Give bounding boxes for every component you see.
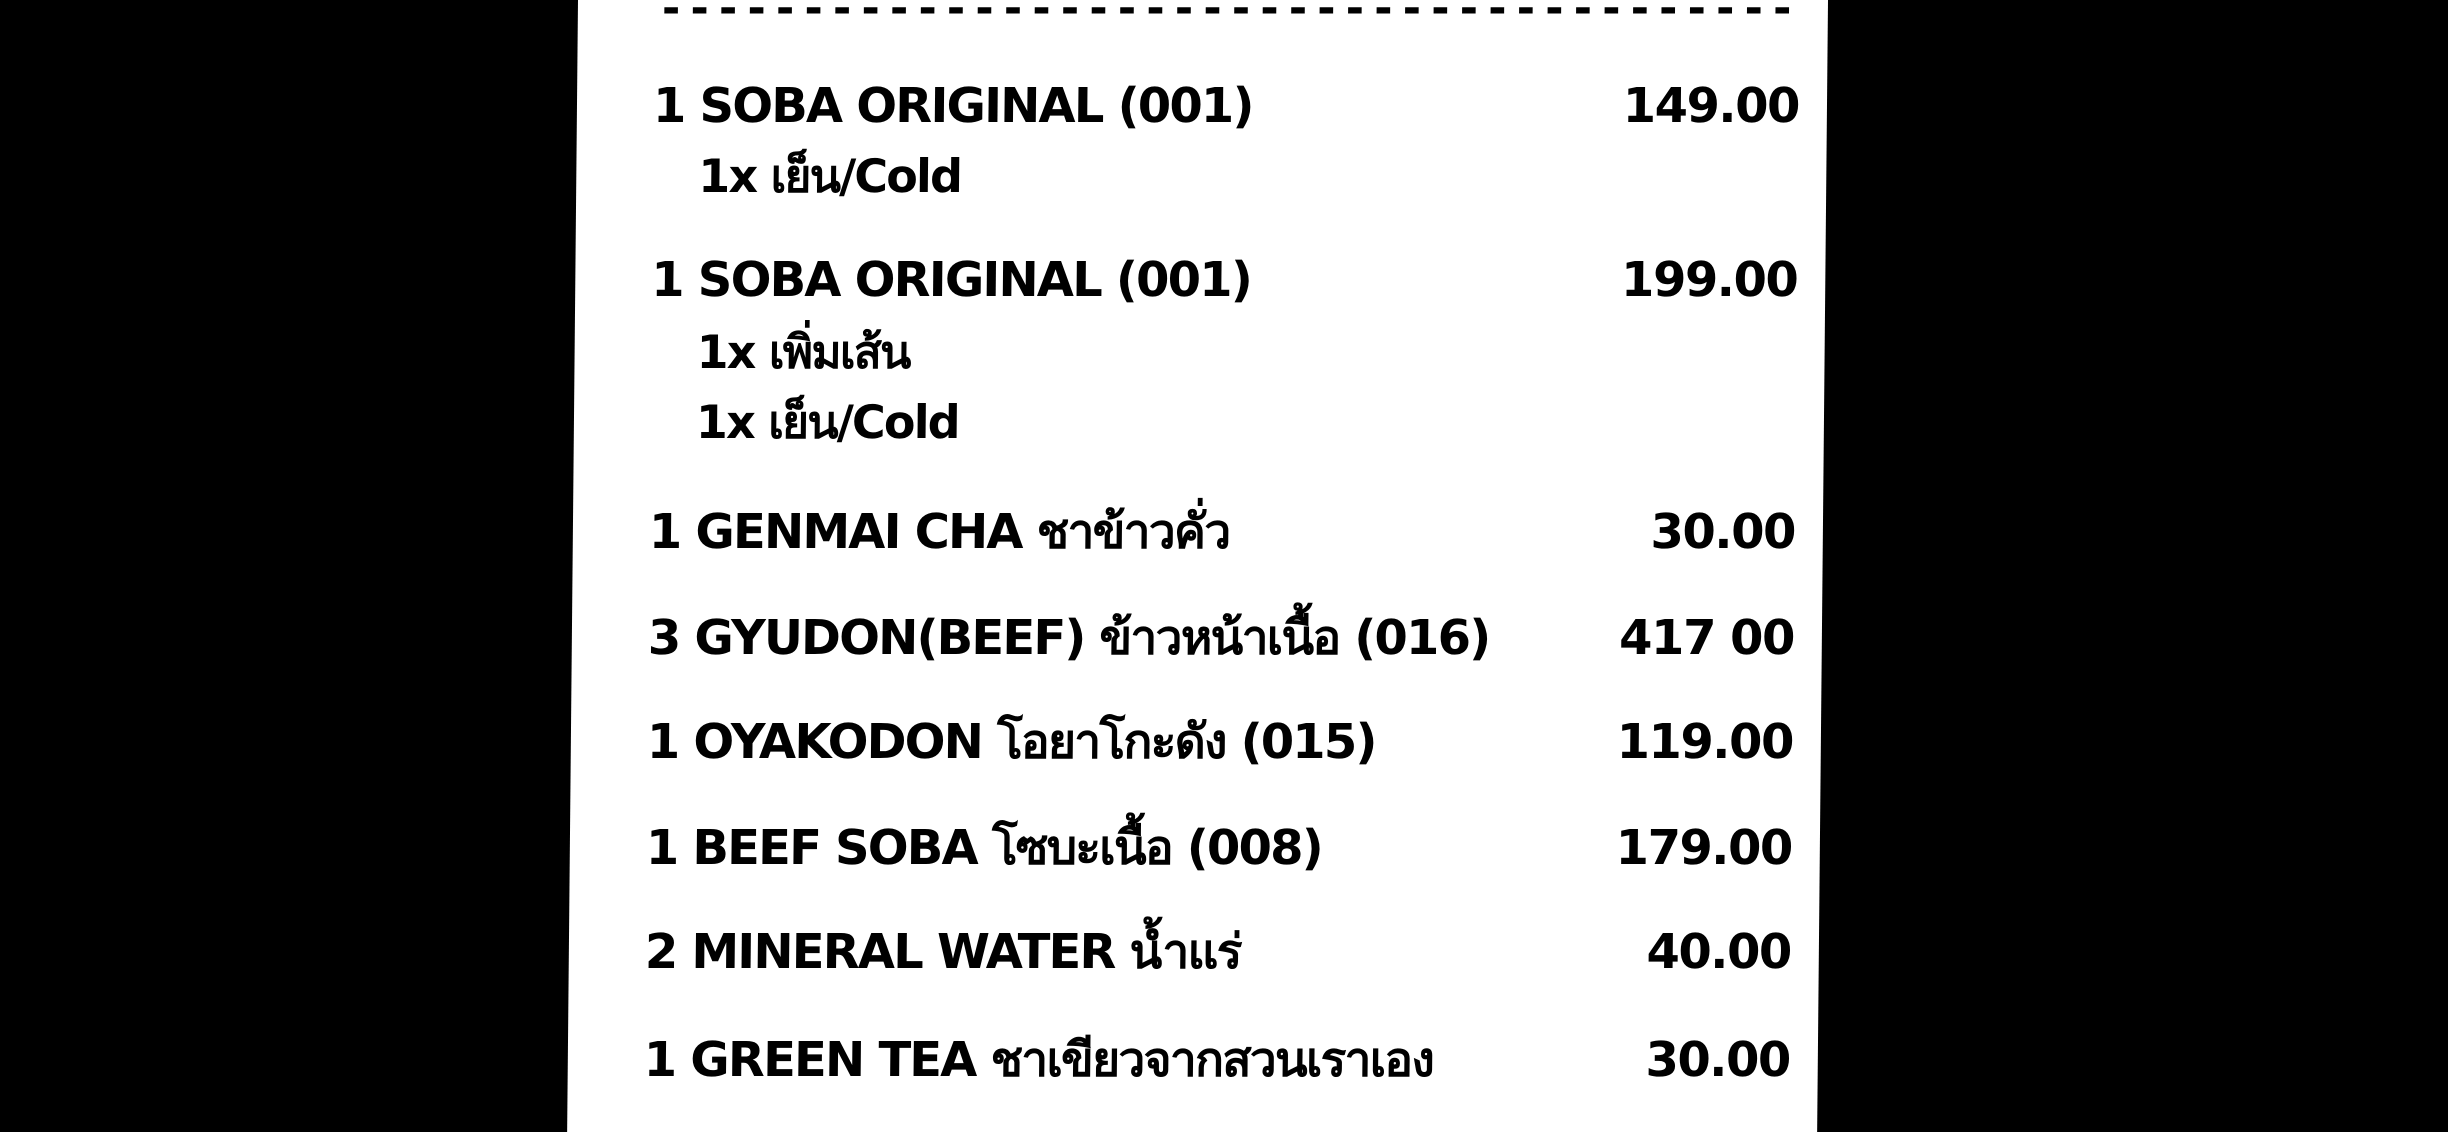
- item-description: 3 GYUDON(BEEF) ข้าวหน้าเนื้อ (016): [647, 610, 1490, 666]
- item-description: 2 MINERAL WATER น้ำแร่: [644, 924, 1241, 980]
- item-price: 40.00: [1646, 924, 1792, 980]
- receipt-item: 1 SOBA ORIGINAL (001) 149.00: [577, 76, 1828, 136]
- item-price: 417 00: [1618, 610, 1795, 666]
- modifier-text: 1x เพิ่มเส้น: [696, 325, 910, 379]
- modifier-text: 1x เย็น/Cold: [695, 395, 960, 449]
- dashed-divider: ----------------------------------------…: [658, 0, 1792, 18]
- item-modifier: 1x เพิ่มเส้น: [574, 322, 1825, 382]
- item-price: 30.00: [1650, 504, 1796, 560]
- receipt-item: 1 GENMAI CHA ชาข้าวคั่ว 30.00: [573, 502, 1824, 562]
- receipt-item: 3 GYUDON(BEEF) ข้าวหน้าเนื้อ (016) 417 0…: [572, 608, 1823, 668]
- item-description: 1 SOBA ORIGINAL (001): [651, 252, 1252, 308]
- item-price: 179.00: [1615, 820, 1793, 876]
- item-modifier: 1x เย็น/Cold: [576, 146, 1827, 206]
- item-modifier: 1x เย็น/Cold: [574, 392, 1825, 452]
- modifier-text: 1x เย็น/Cold: [698, 149, 962, 203]
- receipt-item: 1 OYAKODON โอยาโกะดัง (015) 119.00: [571, 712, 1822, 772]
- item-price: 149.00: [1622, 78, 1800, 134]
- item-description: 1 SOBA ORIGINAL (001): [652, 78, 1253, 134]
- receipt-item: 2 MINERAL WATER น้ำแร่ 40.00: [569, 922, 1820, 982]
- item-price: 119.00: [1616, 714, 1794, 770]
- item-price: 199.00: [1620, 252, 1798, 308]
- receipt-item: 1 GREEN TEA ชาเขียวจากสวนเราเอง 30.00: [568, 1030, 1819, 1090]
- receipt-item: 1 SOBA ORIGINAL (001) 199.00: [575, 250, 1826, 310]
- item-price: 30.00: [1645, 1032, 1791, 1088]
- receipt-paper: ----------------------------------------…: [567, 0, 1828, 1132]
- item-description: 1 GREEN TEA ชาเขียวจากสวนเราเอง: [643, 1032, 1434, 1088]
- item-description: 1 GENMAI CHA ชาข้าวคั่ว: [648, 504, 1230, 560]
- item-description: 1 OYAKODON โอยาโกะดัง (015): [646, 714, 1376, 770]
- receipt-item: 1 BEEF SOBA โซบะเนื้อ (008) 179.00: [570, 818, 1821, 878]
- item-description: 1 BEEF SOBA โซบะเนื้อ (008): [645, 820, 1323, 876]
